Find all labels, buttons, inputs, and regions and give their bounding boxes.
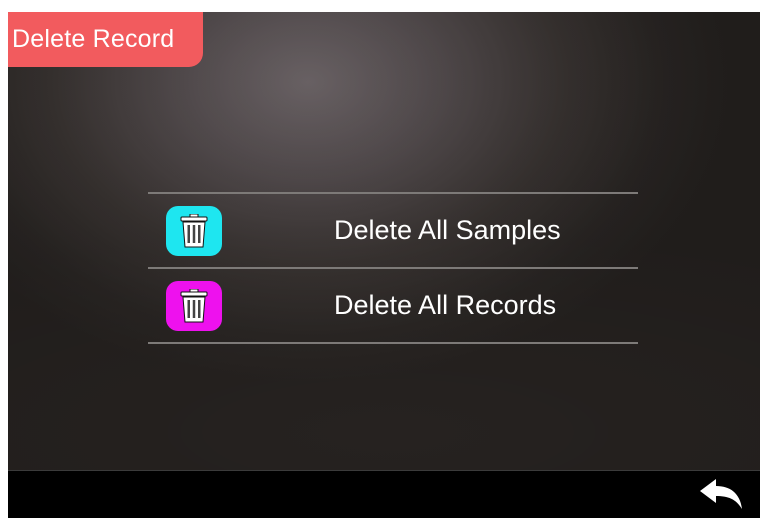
trash-icon <box>166 206 222 256</box>
back-button[interactable] <box>698 477 744 511</box>
trash-icon <box>166 281 222 331</box>
page-title: Delete Record <box>8 12 203 67</box>
menu-item-label: Delete All Records <box>334 290 557 320</box>
delete-all-samples-button[interactable]: Delete All Samples <box>148 194 638 267</box>
delete-all-records-button[interactable]: Delete All Records <box>148 269 638 342</box>
back-arrow-icon <box>700 479 742 509</box>
trash-glyph <box>180 289 208 323</box>
bottom-bar <box>8 470 760 518</box>
menu-divider <box>148 342 638 344</box>
trash-glyph <box>180 214 208 248</box>
delete-menu: Delete All Samples Delete All Records <box>148 192 638 344</box>
menu-item-label: Delete All Samples <box>334 215 561 245</box>
device-screen: Delete Record Delete All Samples Delete … <box>8 12 760 518</box>
